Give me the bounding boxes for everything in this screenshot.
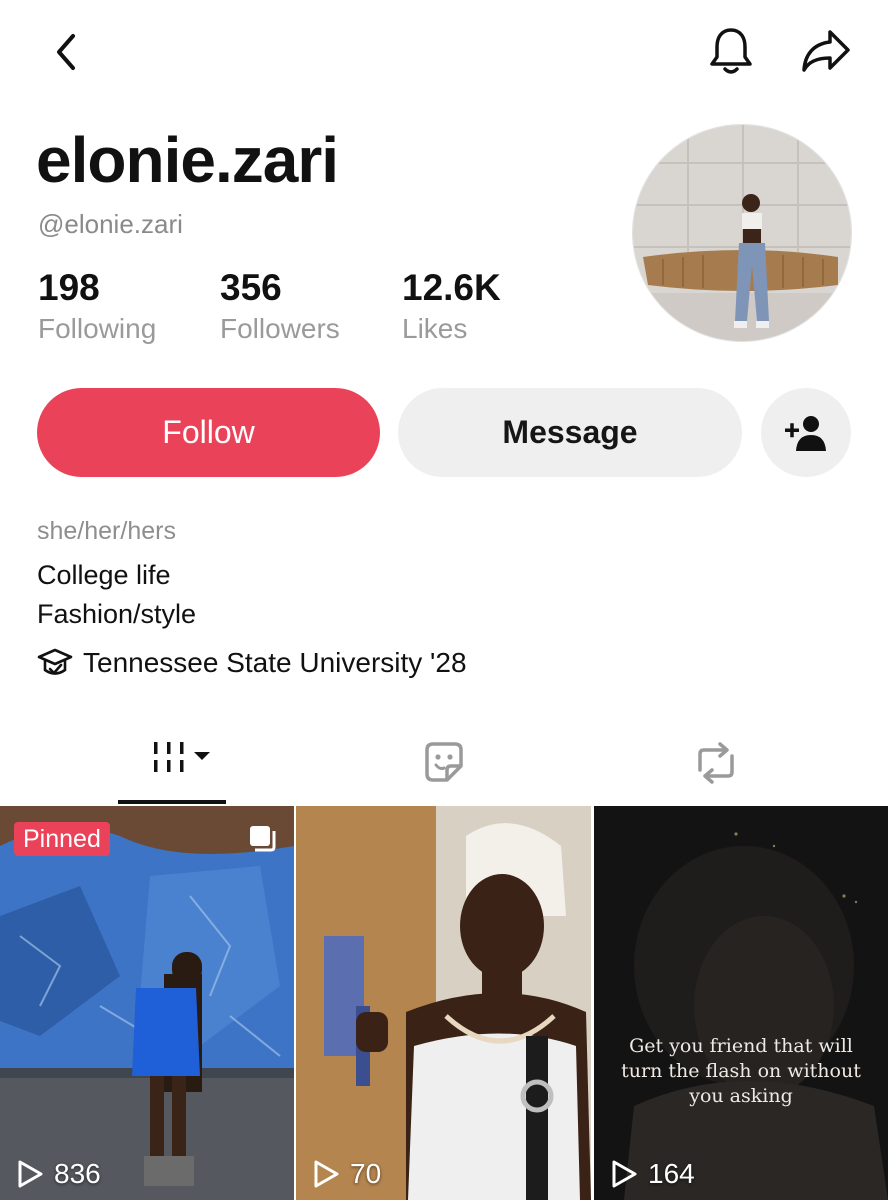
likes-count: 12.6K xyxy=(402,267,501,308)
share-arrow-icon xyxy=(802,30,850,72)
pronouns: she/her/hers xyxy=(37,517,176,545)
add-person-icon xyxy=(785,415,826,451)
school-name: Tennessee State University '28 xyxy=(83,647,467,678)
view-count: 164 xyxy=(608,1158,695,1190)
avatar[interactable] xyxy=(632,124,852,342)
tab-reposts[interactable] xyxy=(680,728,752,798)
play-icon xyxy=(314,1160,339,1188)
video-tile[interactable]: Pinned 836 xyxy=(0,806,294,1200)
following-count: 198 xyxy=(38,267,100,308)
active-tab-indicator xyxy=(118,800,226,804)
video-thumbnail xyxy=(0,806,294,1200)
view-count: 70 xyxy=(310,1158,381,1190)
view-count-value: 70 xyxy=(350,1158,382,1189)
multi-photo-icon xyxy=(250,826,276,852)
tab-videos[interactable] xyxy=(118,722,226,802)
likes-stat[interactable]: 12.6K Likes xyxy=(402,266,501,346)
notifications-button[interactable] xyxy=(702,22,760,80)
sticker-icon xyxy=(425,742,463,782)
avatar-photo xyxy=(633,125,851,341)
video-overlay-text: Get you friend that will turn the flash … xyxy=(621,1035,861,1107)
following-label: Following xyxy=(38,313,157,344)
graduation-cap-icon xyxy=(37,648,73,675)
tab-stickers[interactable] xyxy=(404,728,484,798)
follow-button[interactable]: Follow xyxy=(37,388,380,477)
following-stat[interactable]: 198 Following xyxy=(38,266,156,346)
view-count-value: 164 xyxy=(648,1158,695,1189)
back-button[interactable] xyxy=(38,24,94,80)
video-thumbnail xyxy=(594,806,888,1200)
play-icon xyxy=(18,1160,43,1188)
grid-bars-icon xyxy=(154,742,210,772)
pinned-badge: Pinned xyxy=(14,822,110,856)
message-button[interactable]: Message xyxy=(398,388,742,477)
video-thumbnail xyxy=(296,806,591,1200)
bell-icon xyxy=(710,28,752,74)
repost-icon xyxy=(698,742,734,784)
chevron-left-icon xyxy=(57,34,75,70)
add-friend-button[interactable] xyxy=(761,388,851,477)
play-icon xyxy=(612,1160,637,1188)
dropdown-caret-icon xyxy=(194,752,210,760)
video-tile[interactable]: 70 xyxy=(296,806,591,1200)
followers-label: Followers xyxy=(220,313,340,344)
bio-line: Fashion/style xyxy=(37,599,197,629)
view-count: 836 xyxy=(14,1158,101,1190)
followers-count: 356 xyxy=(220,267,282,308)
user-handle: @elonie.zari xyxy=(38,209,183,239)
view-count-value: 836 xyxy=(54,1158,101,1189)
followers-stat[interactable]: 356 Followers xyxy=(220,266,340,346)
share-button[interactable] xyxy=(796,22,856,80)
school-link[interactable]: Tennessee State University '28 xyxy=(37,644,467,682)
likes-label: Likes xyxy=(402,313,468,344)
video-tile[interactable]: Get you friend that will turn the flash … xyxy=(594,806,888,1200)
bio-line: College life xyxy=(37,560,171,590)
display-name: elonie.zari xyxy=(36,124,339,196)
